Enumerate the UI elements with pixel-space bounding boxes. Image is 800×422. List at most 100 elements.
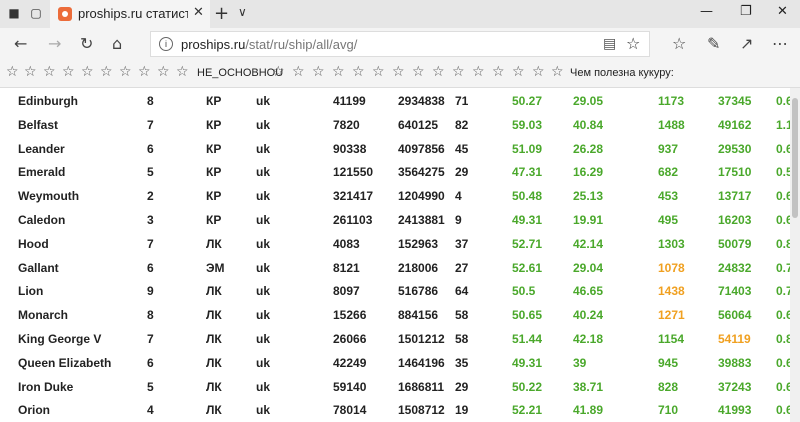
- favorite-star-icon[interactable]: ☆: [626, 34, 640, 53]
- cell-v1: 47.31: [512, 165, 543, 180]
- favorite-icon[interactable]: ☆: [6, 64, 19, 80]
- cell-tier: 2: [147, 189, 154, 204]
- pen-icon[interactable]: ✎: [707, 34, 720, 54]
- set-aside-tabs-icon[interactable]: ■: [6, 5, 22, 21]
- ship-name-link[interactable]: Gallant: [18, 261, 59, 275]
- cell-tier: 7: [147, 236, 154, 251]
- home-icon[interactable]: ⌂: [112, 34, 122, 54]
- new-tab-icon[interactable]: +: [214, 3, 229, 24]
- info-icon[interactable]: i: [159, 37, 173, 51]
- chevron-down-icon[interactable]: ∨: [238, 5, 247, 19]
- favorite-icon[interactable]: ☆: [392, 64, 405, 80]
- favorite-icon[interactable]: ☆: [532, 64, 545, 80]
- back-icon[interactable]: ←: [14, 34, 27, 54]
- favorite-icon[interactable]: ☆: [100, 64, 113, 80]
- favorite-icon[interactable]: ☆: [43, 64, 56, 80]
- favorite-icon[interactable]: ☆: [138, 64, 151, 80]
- favorite-link[interactable]: Чем полезна кукуру:: [570, 67, 674, 79]
- ship-name-link[interactable]: Queen Elizabeth: [18, 356, 111, 370]
- favorite-icon[interactable]: ☆: [272, 64, 285, 80]
- close-tab-icon[interactable]: ✕: [193, 5, 204, 20]
- browser-tab[interactable]: proships.ru статистика, ✕: [50, 0, 210, 28]
- favorite-icon[interactable]: ☆: [432, 64, 445, 80]
- cell-type: КР: [206, 141, 222, 156]
- ship-name-link[interactable]: Iron Duke: [18, 380, 73, 394]
- favorite-icon[interactable]: ☆: [157, 64, 170, 80]
- cell-v5: 0.7: [776, 284, 790, 299]
- ship-name-link[interactable]: Lion: [18, 284, 43, 298]
- favorite-icon[interactable]: ☆: [551, 64, 564, 80]
- cell-v3: 1303: [658, 236, 685, 251]
- tab-preview-icon[interactable]: ▢: [28, 5, 44, 21]
- cell-v1: 52.21: [512, 403, 543, 418]
- ship-name-link[interactable]: Orion: [18, 403, 50, 417]
- cell-v5: 0.6: [776, 308, 790, 323]
- cell-nation: uk: [256, 379, 271, 394]
- cell-v4: 37243: [718, 379, 752, 394]
- cell-nation: uk: [256, 332, 271, 346]
- forward-icon[interactable]: →: [48, 34, 61, 54]
- cell-c1: 884156: [398, 308, 439, 323]
- scrollbar[interactable]: [790, 88, 800, 422]
- refresh-icon[interactable]: ↻: [80, 34, 93, 54]
- cell-v4: 39883: [718, 355, 752, 370]
- cell-nation: uk: [256, 260, 271, 275]
- ship-name-link[interactable]: Hood: [18, 237, 49, 251]
- cell-c1: 152963: [398, 236, 439, 251]
- share-icon[interactable]: ↗: [740, 34, 753, 54]
- favorite-icon[interactable]: ☆: [452, 64, 465, 80]
- cell-v2: 39: [573, 355, 587, 370]
- more-icon[interactable]: ⋯: [772, 34, 788, 54]
- restore-icon[interactable]: ❐: [740, 4, 752, 19]
- cell-v2: 38.71: [573, 379, 604, 394]
- favorite-icon[interactable]: ☆: [332, 64, 345, 80]
- favorite-icon[interactable]: ☆: [176, 64, 189, 80]
- favorite-icon[interactable]: ☆: [292, 64, 305, 80]
- cell-v1: 51.44: [512, 332, 543, 346]
- ship-name-link[interactable]: Emerald: [18, 165, 65, 179]
- favorite-icon[interactable]: ☆: [24, 64, 37, 80]
- ship-name-link[interactable]: Belfast: [18, 118, 58, 132]
- ship-name-link[interactable]: Weymouth: [18, 189, 79, 203]
- cell-v3: 453: [658, 189, 679, 204]
- favorite-icon[interactable]: ☆: [352, 64, 365, 80]
- ship-name-link[interactable]: Edinburgh: [18, 94, 78, 108]
- cell-v2: 25.13: [573, 189, 604, 204]
- cell-battles: 261103: [333, 213, 373, 227]
- cell-battles: 42249: [333, 355, 367, 370]
- minimize-icon[interactable]: —: [700, 4, 713, 19]
- scrollbar-thumb[interactable]: [792, 98, 798, 218]
- table-row: Monarch 8 ЛК uk 15266 884156 58 50.65 40.24 1271 5…: [0, 303, 790, 327]
- favorites-hub-icon[interactable]: ☆: [672, 34, 686, 54]
- cell-v4: 37345: [718, 94, 752, 108]
- favorite-icon[interactable]: ☆: [492, 64, 505, 80]
- cell-battles: 59140: [333, 379, 367, 394]
- url-text: proships.ru/stat/ru/ship/all/avg/: [181, 37, 357, 52]
- favorite-icon[interactable]: ☆: [512, 64, 525, 80]
- close-window-icon[interactable]: ✕: [777, 4, 788, 19]
- cell-battles: 41199: [333, 94, 366, 108]
- favorite-icon[interactable]: ☆: [119, 64, 132, 80]
- cell-type: ЛК: [206, 355, 222, 370]
- address-bar[interactable]: i proships.ru/stat/ru/ship/all/avg/ ▤ ☆: [150, 31, 650, 57]
- favorite-icon[interactable]: ☆: [81, 64, 94, 80]
- favorite-icon[interactable]: ☆: [412, 64, 425, 80]
- ship-name-link[interactable]: King George V: [18, 332, 101, 346]
- favorite-icon[interactable]: ☆: [312, 64, 325, 80]
- reading-view-icon[interactable]: ▤: [603, 36, 616, 52]
- cell-battles: 26066: [333, 332, 367, 346]
- cell-nation: uk: [256, 94, 271, 108]
- cell-v1: 49.31: [512, 355, 543, 370]
- favorite-icon[interactable]: ☆: [62, 64, 75, 80]
- favorite-icon[interactable]: ☆: [472, 64, 485, 80]
- cell-c1: 3564275: [398, 165, 445, 180]
- cell-c2: 82: [455, 117, 469, 132]
- cell-v5: 0.7: [776, 260, 790, 275]
- ship-name-link[interactable]: Leander: [18, 142, 65, 156]
- ship-name-link[interactable]: Caledon: [18, 213, 65, 227]
- favorite-icon[interactable]: ☆: [372, 64, 385, 80]
- favorite-link[interactable]: HE_OCHOBHOU: [197, 67, 283, 79]
- cell-v5: 0.6: [776, 355, 790, 370]
- cell-tier: 8: [147, 308, 154, 323]
- ship-name-link[interactable]: Monarch: [18, 308, 68, 322]
